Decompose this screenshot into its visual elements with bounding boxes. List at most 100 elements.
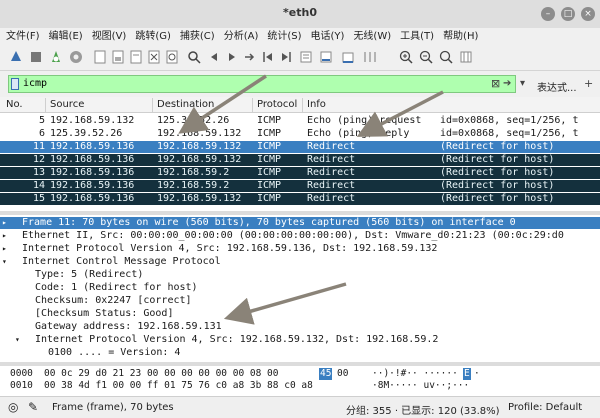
- expanded-arrow-icon[interactable]: ▾: [15, 334, 20, 346]
- reload-icon[interactable]: [164, 49, 180, 65]
- packet-source: 192.168.59.136: [50, 180, 135, 191]
- column-separator[interactable]: [302, 98, 303, 112]
- expression-button[interactable]: 表达式...: [537, 79, 577, 94]
- packet-destination: 192.168.59.132: [157, 128, 242, 139]
- collapsed-arrow-icon[interactable]: ▸: [2, 217, 7, 229]
- detail-row[interactable]: ▸ Ethernet II, Src: 00:00:00_00:00:00 (00…: [0, 230, 600, 242]
- menu-tools[interactable]: 工具(T): [400, 28, 434, 45]
- detail-row[interactable]: Type: 5 (Redirect): [0, 269, 600, 281]
- packet-no: 14: [32, 180, 45, 191]
- column-protocol[interactable]: Protocol: [257, 99, 297, 110]
- go-to-packet-icon[interactable]: [242, 49, 258, 65]
- close-button[interactable]: ×: [581, 7, 595, 21]
- menu-file[interactable]: 文件(F): [6, 28, 40, 45]
- menu-go[interactable]: 跳转(G): [135, 28, 171, 45]
- save-file-icon[interactable]: [110, 49, 126, 65]
- expanded-arrow-icon[interactable]: ▾: [2, 256, 7, 268]
- menu-wireless[interactable]: 无线(W): [353, 28, 391, 45]
- add-filter-button[interactable]: +: [584, 77, 593, 90]
- detail-row[interactable]: 0100 .... = Version: 4: [0, 347, 600, 359]
- stop-capture-icon[interactable]: [28, 49, 44, 65]
- column-separator[interactable]: [45, 98, 46, 112]
- packet-row[interactable]: 11 192.168.59.136 192.168.59.132 ICMP Redire…: [0, 141, 600, 153]
- column-destination[interactable]: Destination: [157, 99, 214, 110]
- first-packet-icon[interactable]: [260, 49, 276, 65]
- display-filter-input[interactable]: icmp: [8, 75, 516, 93]
- detail-row[interactable]: ▾ Internet Control Message Protocol: [0, 256, 600, 268]
- display-filter-bar: icmp ⊠ ➔ ▾ 表达式... +: [0, 71, 600, 97]
- bytes-offset: 0010: [10, 380, 33, 391]
- detail-row[interactable]: ▾ Internet Protocol Version 4, Src: 192.1…: [0, 334, 600, 346]
- menu-help[interactable]: 帮助(H): [443, 28, 478, 45]
- normal-size-icon[interactable]: [438, 49, 454, 65]
- resize-all-icon[interactable]: [458, 49, 474, 65]
- capture-comment-icon[interactable]: ✎: [28, 400, 38, 414]
- maximize-button[interactable]: □: [561, 7, 575, 21]
- bytes-hex: 00 38 4d f1 00 00 ff 01 75 76 c0 a8 3b 8…: [44, 380, 313, 391]
- save-as-icon[interactable]: [128, 49, 144, 65]
- detail-row[interactable]: Gateway address: 192.168.59.131: [0, 321, 600, 333]
- collapsed-arrow-icon[interactable]: ▸: [2, 243, 7, 255]
- bytes-row[interactable]: 0000 00 0c 29 d0 21 23 00 00 00 00 00 00 …: [0, 368, 600, 380]
- menu-view[interactable]: 视图(V): [92, 28, 127, 45]
- packet-row[interactable]: 6 125.39.52.26 192.168.59.132 ICMP Echo (pin…: [0, 128, 600, 140]
- detail-row[interactable]: [Checksum Status: Good]: [0, 308, 600, 320]
- filter-bookmark-icon[interactable]: [11, 78, 19, 90]
- detail-text: Gateway address: 192.168.59.131: [35, 321, 222, 332]
- zoom-out-icon[interactable]: [418, 49, 434, 65]
- packet-row[interactable]: 15 192.168.59.136 192.168.59.132 ICMP Redire…: [0, 193, 600, 205]
- filter-dropdown-icon[interactable]: ▾: [520, 78, 525, 89]
- column-separator[interactable]: [152, 98, 153, 112]
- menu-analyze[interactable]: 分析(A): [224, 28, 259, 45]
- column-no[interactable]: No.: [6, 99, 23, 110]
- detail-row[interactable]: Code: 1 (Redirect for host): [0, 282, 600, 294]
- colorize-icon[interactable]: [318, 49, 334, 65]
- packet-list-icon[interactable]: [340, 49, 356, 65]
- column-separator[interactable]: [252, 98, 253, 112]
- detail-row[interactable]: ▸ Frame 11: 70 bytes on wire (560 bits), …: [0, 217, 600, 229]
- packet-info: Redirect: [307, 167, 356, 178]
- main-toolbar: [0, 45, 600, 71]
- filter-apply-icon[interactable]: ➔: [503, 78, 511, 89]
- go-back-icon[interactable]: [206, 49, 222, 65]
- status-bar: ◎ ✎ Frame (frame), 70 bytes 分组: 355 · 已显…: [0, 396, 600, 418]
- detail-text: Internet Protocol Version 4, Src: 192.16…: [22, 243, 438, 254]
- menu-capture[interactable]: 捕获(C): [180, 28, 215, 45]
- capture-options-icon[interactable]: [68, 49, 84, 65]
- last-packet-icon[interactable]: [278, 49, 294, 65]
- detail-row[interactable]: Checksum: 0x2247 [correct]: [0, 295, 600, 307]
- menu-bar: 文件(F) 编辑(E) 视图(V) 跳转(G) 捕获(C) 分析(A) 统计(S…: [0, 28, 600, 45]
- status-profile[interactable]: Profile: Default: [508, 402, 582, 413]
- minimize-button[interactable]: –: [541, 7, 555, 21]
- start-capture-icon[interactable]: [8, 49, 24, 65]
- collapsed-arrow-icon[interactable]: ▸: [2, 230, 7, 242]
- detail-text: Type: 5 (Redirect): [35, 269, 144, 280]
- column-info[interactable]: Info: [307, 99, 326, 110]
- open-file-icon[interactable]: [92, 49, 108, 65]
- packet-row[interactable]: 5 192.168.59.132 125.39.52.26 ICMP Echo (pin…: [0, 115, 600, 127]
- packet-info: Echo (ping) request: [307, 115, 422, 126]
- resize-columns-icon[interactable]: [362, 49, 378, 65]
- autoscroll-icon[interactable]: [298, 49, 314, 65]
- packet-bytes-pane: 0000 00 0c 29 d0 21 23 00 00 00 00 00 00 …: [0, 366, 600, 394]
- packet-protocol: ICMP: [257, 141, 282, 152]
- packet-row[interactable]: 12 192.168.59.136 192.168.59.132 ICMP Redire…: [0, 154, 600, 166]
- column-source[interactable]: Source: [50, 99, 84, 110]
- go-forward-icon[interactable]: [224, 49, 240, 65]
- zoom-in-icon[interactable]: [398, 49, 414, 65]
- packet-row[interactable]: 13 192.168.59.136 192.168.59.2 ICMP Redirect…: [0, 167, 600, 179]
- menu-edit[interactable]: 编辑(E): [49, 28, 83, 45]
- restart-capture-icon[interactable]: [48, 49, 64, 65]
- packet-info-detail: (Redirect for host): [440, 154, 555, 165]
- close-file-icon[interactable]: [146, 49, 162, 65]
- bytes-row[interactable]: 0010 00 38 4d f1 00 00 ff 01 75 76 c0 a8 …: [0, 380, 600, 392]
- menu-telephony[interactable]: 电话(Y): [311, 28, 345, 45]
- filter-clear-icon[interactable]: ⊠: [491, 77, 500, 90]
- packet-row[interactable]: 14 192.168.59.136 192.168.59.2 ICMP Redirect…: [0, 180, 600, 192]
- detail-row[interactable]: ▸ Internet Protocol Version 4, Src: 192.1…: [0, 243, 600, 255]
- detail-text: Code: 1 (Redirect for host): [35, 282, 198, 293]
- find-packet-icon[interactable]: [186, 49, 202, 65]
- status-packet-stats: 分组: 355 · 已显示: 120 (33.8%): [346, 406, 500, 417]
- menu-statistics[interactable]: 统计(S): [267, 28, 301, 45]
- expert-info-icon[interactable]: ◎: [8, 400, 18, 414]
